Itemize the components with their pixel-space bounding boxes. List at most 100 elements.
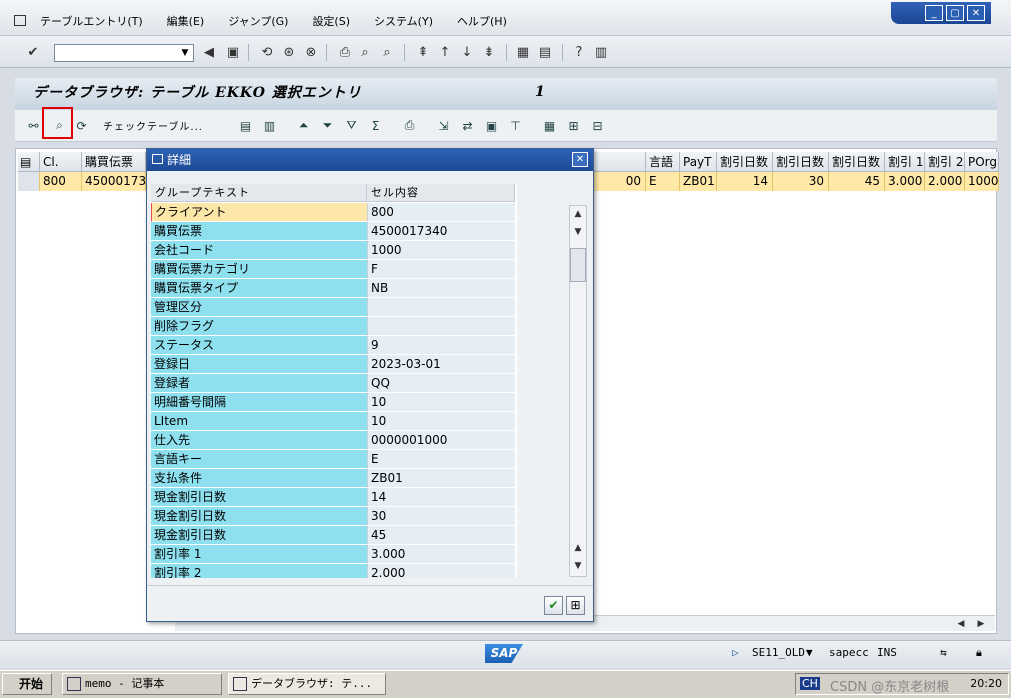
scroll-thumb[interactable] xyxy=(570,248,586,282)
find-next-icon[interactable]: ⌕ xyxy=(378,43,396,61)
first-page-icon[interactable]: ⇞ xyxy=(414,43,432,61)
sum-icon[interactable]: Σ xyxy=(367,117,384,134)
col-discount-days-2[interactable]: 割引日数 xyxy=(773,152,829,172)
col-discount-1[interactable]: 割引 1 xyxy=(885,152,925,172)
cell-porg[interactable]: 1000 xyxy=(965,172,999,191)
cell-po[interactable]: 4500017340 xyxy=(82,172,146,191)
shortcut-icon[interactable]: ▤ xyxy=(536,43,554,61)
close-icon[interactable]: ✕ xyxy=(572,152,588,167)
scroll-right-icon[interactable]: ▶ xyxy=(973,616,989,632)
detail-row[interactable]: 会社コード 1000 xyxy=(151,241,517,260)
col-discount-days-3[interactable]: 割引日数 xyxy=(829,152,885,172)
cancel-icon[interactable]: ⊗ xyxy=(302,43,320,61)
scroll-up-icon[interactable]: ▲ xyxy=(570,540,586,556)
task-notepad[interactable]: memo - 记事本 xyxy=(62,673,222,695)
word-icon[interactable]: ⊤ xyxy=(507,117,524,134)
next-page-icon[interactable]: ↓ xyxy=(458,43,476,61)
row-selector[interactable] xyxy=(18,172,40,191)
print-icon[interactable]: ⎙ xyxy=(336,43,354,61)
col-po[interactable]: 購買伝票 xyxy=(82,152,146,172)
menu-table-entry[interactable]: テーブルエントリ(T) xyxy=(40,13,143,31)
select-all-icon[interactable]: ▤ xyxy=(18,152,40,172)
detail-row[interactable]: 削除フラグ xyxy=(151,317,517,336)
scroll-left-icon[interactable]: ◀ xyxy=(953,616,969,632)
menu-edit[interactable]: 編集(E) xyxy=(167,13,205,31)
scroll-down-icon[interactable]: ▼ xyxy=(570,224,586,240)
task-databrowser[interactable]: データブラウザ: テ... xyxy=(228,673,386,695)
views-icon[interactable]: ⇄ xyxy=(459,117,476,134)
cell-discount-1[interactable]: 3.000 xyxy=(885,172,925,191)
detail-row[interactable]: 登録日 2023-03-01 xyxy=(151,355,517,374)
exit-icon[interactable]: ⊛ xyxy=(280,43,298,61)
find-icon[interactable]: ⌕ xyxy=(356,43,374,61)
export-icon[interactable]: ⇲ xyxy=(435,117,452,134)
detail-row[interactable]: 明細番号間隔 10 xyxy=(151,393,517,412)
scroll-up-icon[interactable]: ▲ xyxy=(570,206,586,222)
cell-discount-2[interactable]: 2.000 xyxy=(925,172,965,191)
save-icon[interactable]: ▣ xyxy=(224,43,242,61)
start-button[interactable]: 开始 xyxy=(2,673,52,695)
detail-row[interactable]: 現金割引日数 14 xyxy=(151,488,517,507)
detail-row[interactable]: 割引率 1 3.000 xyxy=(151,545,517,564)
vertical-scrollbar[interactable]: ▲ ▼ ▲ ▼ xyxy=(569,205,587,577)
detail-row[interactable]: 現金割引日数 30 xyxy=(151,507,517,526)
print-preview-icon[interactable]: ⎙ xyxy=(401,117,418,134)
detail-row[interactable]: 購買伝票 4500017340 xyxy=(151,222,517,241)
detail-row[interactable]: 言語キー E xyxy=(151,450,517,469)
menu-goto[interactable]: ジャンプ(G) xyxy=(228,13,288,31)
detail-row[interactable]: LItem 10 xyxy=(151,412,517,431)
status-mode[interactable]: INS xyxy=(877,646,897,659)
layout-grid-icon[interactable]: ▦ xyxy=(541,117,558,134)
cell-language[interactable]: E xyxy=(646,172,680,191)
maximize-button[interactable]: ▢ xyxy=(946,5,964,21)
detail-row[interactable]: 仕入先 0000001000 xyxy=(151,431,517,450)
status-toggle-icon[interactable]: ▷ xyxy=(732,646,739,659)
change-layout-icon[interactable]: ⊞ xyxy=(565,117,582,134)
detail-row[interactable]: 購買伝票タイプ NB xyxy=(151,279,517,298)
detail-row[interactable]: クライアント 800 xyxy=(151,203,517,222)
cell-payt[interactable]: ZB01 xyxy=(680,172,717,191)
detail-row[interactable]: ステータス 9 xyxy=(151,336,517,355)
save-layout-icon[interactable]: ⊟ xyxy=(589,117,606,134)
close-button[interactable]: ✕ xyxy=(967,5,985,21)
new-session-icon[interactable]: ▦ xyxy=(514,43,532,61)
glasses-icon[interactable]: ⚯ xyxy=(25,117,42,134)
command-field[interactable]: ▼ xyxy=(54,44,194,62)
col-porg[interactable]: POrg xyxy=(965,152,999,172)
deselect-all-icon[interactable]: ▥ xyxy=(261,117,278,134)
detail-row[interactable]: 支払条件 ZB01 xyxy=(151,469,517,488)
col-discount-2[interactable]: 割引 2 xyxy=(925,152,965,172)
minimize-button[interactable]: _ xyxy=(925,5,943,21)
last-page-icon[interactable]: ⇟ xyxy=(480,43,498,61)
cell-discount-days-3[interactable]: 45 xyxy=(829,172,885,191)
detail-row[interactable]: 現金割引日数 45 xyxy=(151,526,517,545)
menu-system[interactable]: システム(Y) xyxy=(374,13,433,31)
help-icon[interactable]: ? xyxy=(570,43,588,61)
scroll-down-icon[interactable]: ▼ xyxy=(570,558,586,574)
confirm-check-icon[interactable]: ✔ xyxy=(544,596,563,615)
col-discount-days-1[interactable]: 割引日数 xyxy=(717,152,773,172)
detail-row[interactable]: 管理区分 xyxy=(151,298,517,317)
back-icon[interactable]: ⟲ xyxy=(258,43,276,61)
sort-ascending-icon[interactable]: ⏶ xyxy=(295,117,312,134)
menu-help[interactable]: ヘルプ(H) xyxy=(457,13,507,31)
back-arrow-icon[interactable]: ◀ xyxy=(200,43,218,61)
status-tcode[interactable]: SE11_OLD xyxy=(752,646,805,659)
filter-icon[interactable]: ⛛ xyxy=(343,117,360,134)
cell-client[interactable]: 800 xyxy=(40,172,82,191)
detail-row[interactable]: 割引率 2 2.000 xyxy=(151,564,517,578)
layout-icon[interactable]: ▥ xyxy=(592,43,610,61)
excel-icon[interactable]: ▣ xyxy=(483,117,500,134)
col-client[interactable]: Cl. xyxy=(40,152,82,172)
check-table-button[interactable]: チェックテーブル... xyxy=(103,118,203,133)
chevron-down-icon[interactable]: ▼ xyxy=(177,45,193,61)
cell-discount-days-1[interactable]: 14 xyxy=(717,172,773,191)
enter-icon[interactable]: ✔ xyxy=(24,43,42,61)
window-menu-icon[interactable] xyxy=(14,15,26,26)
prev-page-icon[interactable]: ↑ xyxy=(436,43,454,61)
col-language[interactable]: 言語 xyxy=(646,152,680,172)
sort-descending-icon[interactable]: ⏷ xyxy=(319,117,336,134)
col-payt[interactable]: PayT xyxy=(680,152,717,172)
detail-row[interactable]: 登録者 QQ xyxy=(151,374,517,393)
cell-discount-days-2[interactable]: 30 xyxy=(773,172,829,191)
